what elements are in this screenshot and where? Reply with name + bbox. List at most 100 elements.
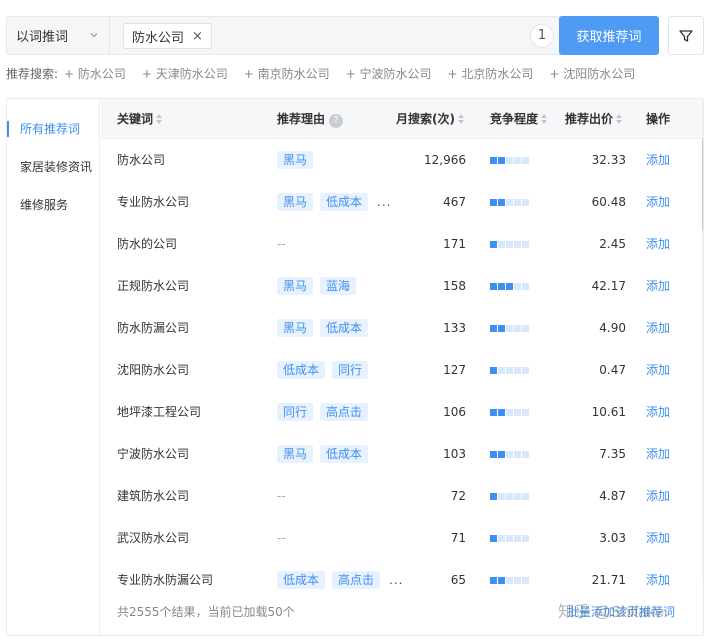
competition-segment <box>522 156 529 164</box>
competition-segment <box>498 324 505 332</box>
keyword-cell: 防水公司 <box>117 153 166 167</box>
reason-tag: 同行 <box>277 403 314 421</box>
add-keyword-button[interactable]: 添加 <box>646 223 670 265</box>
competition-meter <box>490 559 530 601</box>
add-keyword-button[interactable]: 添加 <box>646 349 670 391</box>
competition-segment <box>514 282 521 290</box>
competition-segment <box>514 198 521 206</box>
volume-cell: 12,966 <box>424 153 466 167</box>
competition-segment <box>522 576 529 584</box>
competition-segment <box>506 156 513 164</box>
competition-segment <box>498 156 505 164</box>
recommended-search-item[interactable]: + 宁波防水公司 <box>346 65 432 82</box>
competition-segment <box>490 324 497 332</box>
keyword-cell: 建筑防水公司 <box>117 489 190 503</box>
scrollbar-thumb[interactable] <box>702 139 703 231</box>
competition-meter <box>490 307 530 349</box>
add-keyword-button[interactable]: 添加 <box>646 517 670 559</box>
add-keyword-button[interactable]: 添加 <box>646 265 670 307</box>
reason-cell: -- <box>277 517 286 559</box>
competition-segment <box>514 576 521 584</box>
reason-cell: 黑马 低成本... <box>277 181 391 223</box>
fetch-recommend-button[interactable]: 获取推荐词 <box>559 16 659 55</box>
add-keyword-button[interactable]: 添加 <box>646 475 670 517</box>
volume-cell: 103 <box>443 447 466 461</box>
competition-segment <box>506 366 513 374</box>
add-keyword-button[interactable]: 添加 <box>646 139 670 181</box>
reason-cell: -- <box>277 475 286 517</box>
volume-cell: 71 <box>450 531 466 545</box>
help-icon[interactable]: ? <box>329 114 344 128</box>
volume-cell: 158 <box>443 279 466 293</box>
table-row: 防水防漏公司 黑马 低成本 133 4.90 添加 <box>101 307 703 349</box>
volume-cell: 65 <box>450 573 466 587</box>
reason-cell: 黑马 低成本 <box>277 433 375 475</box>
sidebar-item-all[interactable]: 所有推荐词 <box>7 119 100 139</box>
competition-meter <box>490 433 530 475</box>
competition-segment <box>514 450 521 458</box>
add-keyword-button[interactable]: 添加 <box>646 307 670 349</box>
table-header: 关键词 推荐理由? 月搜索(次) 竞争程度 推荐出价 操作 <box>101 99 703 139</box>
recommended-search-item[interactable]: + 南京防水公司 <box>244 65 330 82</box>
recommended-search-item[interactable]: + 防水公司 <box>64 65 126 82</box>
bid-cell: 2.45 <box>599 237 626 251</box>
close-icon[interactable]: × <box>192 29 203 44</box>
recommended-search-item[interactable]: + 天津防水公司 <box>142 65 228 82</box>
mode-select[interactable]: 以词推词 <box>7 17 110 54</box>
competition-segment <box>506 450 513 458</box>
header-competition-label: 竞争程度 <box>490 112 539 126</box>
bid-cell: 21.71 <box>591 573 626 587</box>
bid-cell: 0.47 <box>599 363 626 377</box>
add-keyword-button[interactable]: 添加 <box>646 181 670 223</box>
sort-icon <box>457 114 464 124</box>
reason-cell: 黑马 低成本 <box>277 307 375 349</box>
header-volume[interactable]: 月搜索(次) <box>396 99 464 139</box>
header-competition[interactable]: 竞争程度 <box>490 99 548 139</box>
table-row: 正规防水公司 黑马 蓝海 158 42.17 添加 <box>101 265 703 307</box>
competition-meter <box>490 223 530 265</box>
reason-tag: 低成本 <box>277 571 326 589</box>
table-row: 专业防水公司 黑马 低成本... 467 60.48 添加 <box>101 181 703 223</box>
competition-segment <box>498 240 505 248</box>
keyword-cell: 地坪漆工程公司 <box>117 405 202 419</box>
results-panel: 所有推荐词 家居装修资讯 维修服务 关键词 推荐理由? 月搜索(次) 竞争程度 … <box>6 98 704 636</box>
recommended-search-item[interactable]: + 沈阳防水公司 <box>549 65 635 82</box>
competition-segment <box>506 492 513 500</box>
reason-tag: 蓝海 <box>320 277 357 295</box>
add-keyword-button[interactable]: 添加 <box>646 433 670 475</box>
volume-cell: 72 <box>450 489 466 503</box>
more-reasons[interactable]: ... <box>377 181 391 223</box>
sidebar-item-repair[interactable]: 维修服务 <box>7 195 100 215</box>
recommended-searches-label: 推荐搜索: <box>6 66 59 81</box>
competition-segment <box>522 240 529 248</box>
keyword-count-badge: 1 <box>530 24 554 48</box>
bid-cell: 32.33 <box>591 153 626 167</box>
competition-segment <box>490 156 497 164</box>
reason-tag: 黑马 <box>277 193 314 211</box>
reason-tag: 高点击 <box>332 571 381 589</box>
filter-button[interactable] <box>668 16 704 55</box>
results-summary: 共2555个结果，当前已加载50个 <box>117 605 295 619</box>
competition-meter <box>490 139 530 181</box>
reason-cell: 低成本 同行 <box>277 349 375 391</box>
bid-cell: 4.90 <box>599 321 626 335</box>
sort-icon <box>541 114 548 124</box>
keyword-cell: 防水的公司 <box>117 237 178 251</box>
competition-meter <box>490 517 530 559</box>
competition-segment <box>490 282 497 290</box>
header-reason-label: 推荐理由 <box>277 112 326 126</box>
reason-cell: -- <box>277 223 286 265</box>
header-keyword[interactable]: 关键词 <box>117 99 163 139</box>
filter-icon <box>679 29 693 42</box>
reason-tag: 低成本 <box>320 193 369 211</box>
add-keyword-button[interactable]: 添加 <box>646 391 670 433</box>
sidebar-item-home-decor[interactable]: 家居装修资讯 <box>7 157 100 177</box>
recommended-search-item[interactable]: + 北京防水公司 <box>448 65 534 82</box>
competition-segment <box>506 240 513 248</box>
recommended-searches: 推荐搜索: + 防水公司 + 天津防水公司 + 南京防水公司 + 宁波防水公司 … <box>6 65 651 81</box>
reason-cell: 黑马 <box>277 139 320 181</box>
add-keyword-button[interactable]: 添加 <box>646 559 670 601</box>
competition-segment <box>522 366 529 374</box>
header-bid[interactable]: 推荐出价 <box>565 99 623 139</box>
competition-meter <box>490 349 530 391</box>
